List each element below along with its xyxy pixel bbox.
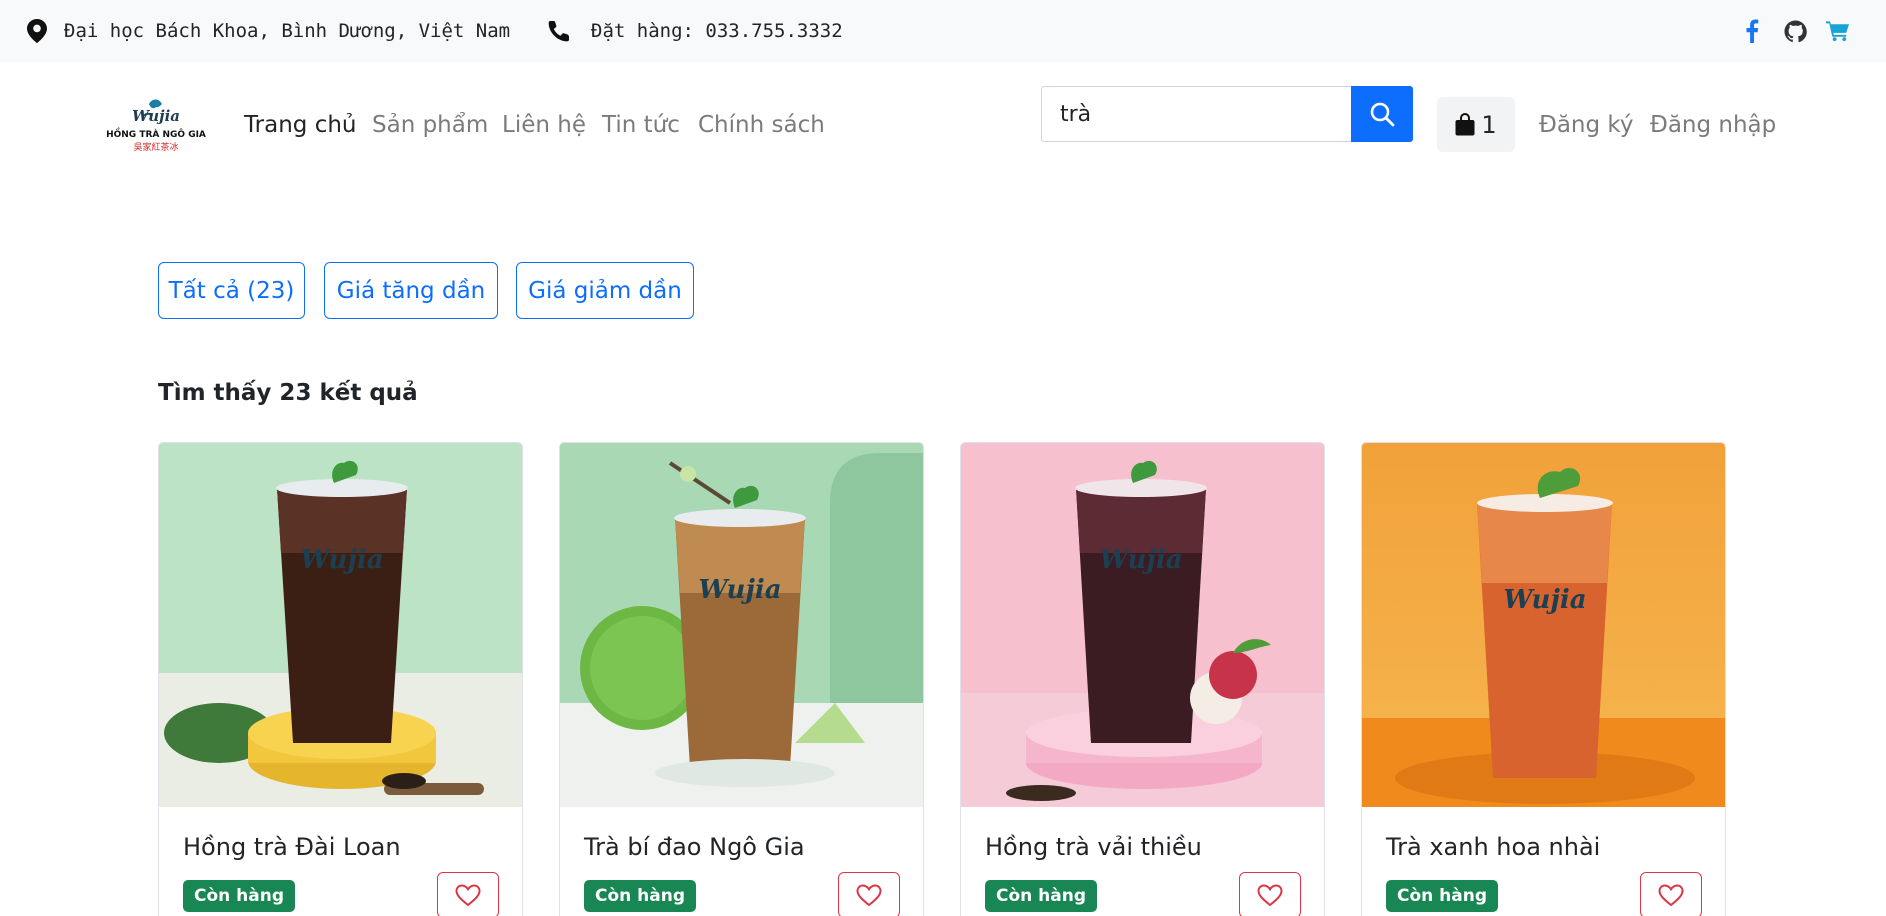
nav-contact[interactable]: Liên hệ xyxy=(502,112,586,138)
product-card[interactable]: Wujia Trà xanh hoa nhài Còn hàng xyxy=(1361,442,1726,916)
top-info-bar: Đại học Bách Khoa, Bình Dương, Việt Nam … xyxy=(0,0,1886,62)
nav-policy[interactable]: Chính sách xyxy=(698,112,825,138)
product-name[interactable]: Hồng trà Đài Loan xyxy=(183,833,401,861)
search-icon xyxy=(1370,102,1395,127)
register-link[interactable]: Đăng ký xyxy=(1539,112,1634,138)
product-card[interactable]: Wujia Hồng trà Đài Loan Còn hàng xyxy=(158,442,523,916)
brand-logo[interactable]: Wujia HỒNG TRÀ NGÔ GIA 吳家紅茶冰 xyxy=(100,96,212,156)
svg-text:Wujia: Wujia xyxy=(300,545,383,575)
phone-text[interactable]: Đặt hàng: 033.755.3332 xyxy=(591,0,843,62)
product-name[interactable]: Trà xanh hoa nhài xyxy=(1386,833,1600,861)
product-image[interactable]: Wujia xyxy=(560,443,923,807)
product-card[interactable]: Wujia Hồng trà vải thiều Còn hàng xyxy=(960,442,1325,916)
product-image[interactable]: Wujia xyxy=(159,443,522,807)
product-card[interactable]: Wujia Trà bí đao Ngô Gia Còn hàng xyxy=(559,442,924,916)
status-badge: Còn hàng xyxy=(985,880,1098,912)
product-name[interactable]: Hồng trà vải thiều xyxy=(985,833,1202,861)
product-image[interactable]: Wujia xyxy=(1362,443,1725,807)
status-badge: Còn hàng xyxy=(1386,880,1499,912)
github-icon[interactable] xyxy=(1783,19,1807,43)
heart-icon xyxy=(1257,883,1283,906)
svg-text:Wujia: Wujia xyxy=(1099,545,1182,575)
status-badge: Còn hàng xyxy=(584,880,697,912)
facebook-icon[interactable] xyxy=(1740,19,1764,43)
nav-home[interactable]: Trang chủ xyxy=(244,112,357,138)
svg-text:Wujia: Wujia xyxy=(1503,585,1586,615)
nav-products[interactable]: Sản phẩm xyxy=(372,112,488,138)
favorite-button[interactable] xyxy=(437,872,499,916)
shopping-cart-icon[interactable] xyxy=(1826,19,1850,43)
status-badge: Còn hàng xyxy=(183,880,296,912)
search-input[interactable] xyxy=(1041,86,1352,142)
svg-text:Wujia: Wujia xyxy=(698,575,781,605)
address-text: Đại học Bách Khoa, Bình Dương, Việt Nam xyxy=(64,20,511,42)
favorite-button[interactable] xyxy=(1239,872,1301,916)
logo-chinese-text: 吳家紅茶冰 xyxy=(133,141,178,153)
filter-all-button[interactable]: Tất cả (23) xyxy=(158,262,305,319)
logo-mark-text: Wujia xyxy=(132,107,180,125)
filter-price-desc-button[interactable]: Giá giảm dần xyxy=(516,262,694,319)
heart-icon xyxy=(455,883,481,906)
favorite-button[interactable] xyxy=(838,872,900,916)
heart-icon xyxy=(856,883,882,906)
phone-icon xyxy=(547,19,571,43)
cart-count: 1 xyxy=(1481,110,1497,139)
cart-button[interactable]: 1 xyxy=(1437,97,1515,152)
favorite-button[interactable] xyxy=(1640,872,1702,916)
product-image[interactable]: Wujia xyxy=(961,443,1324,807)
filter-price-asc-button[interactable]: Giá tăng dần xyxy=(324,262,498,319)
login-link[interactable]: Đăng nhập xyxy=(1650,112,1776,138)
shopping-bag-icon xyxy=(1455,113,1475,136)
results-count-text: Tìm thấy 23 kết quả xyxy=(158,380,418,406)
search-button[interactable] xyxy=(1351,86,1413,142)
map-marker-icon xyxy=(25,19,49,43)
heart-icon xyxy=(1658,883,1684,906)
nav-news[interactable]: Tin tức xyxy=(602,112,680,138)
product-name[interactable]: Trà bí đao Ngô Gia xyxy=(584,833,805,861)
